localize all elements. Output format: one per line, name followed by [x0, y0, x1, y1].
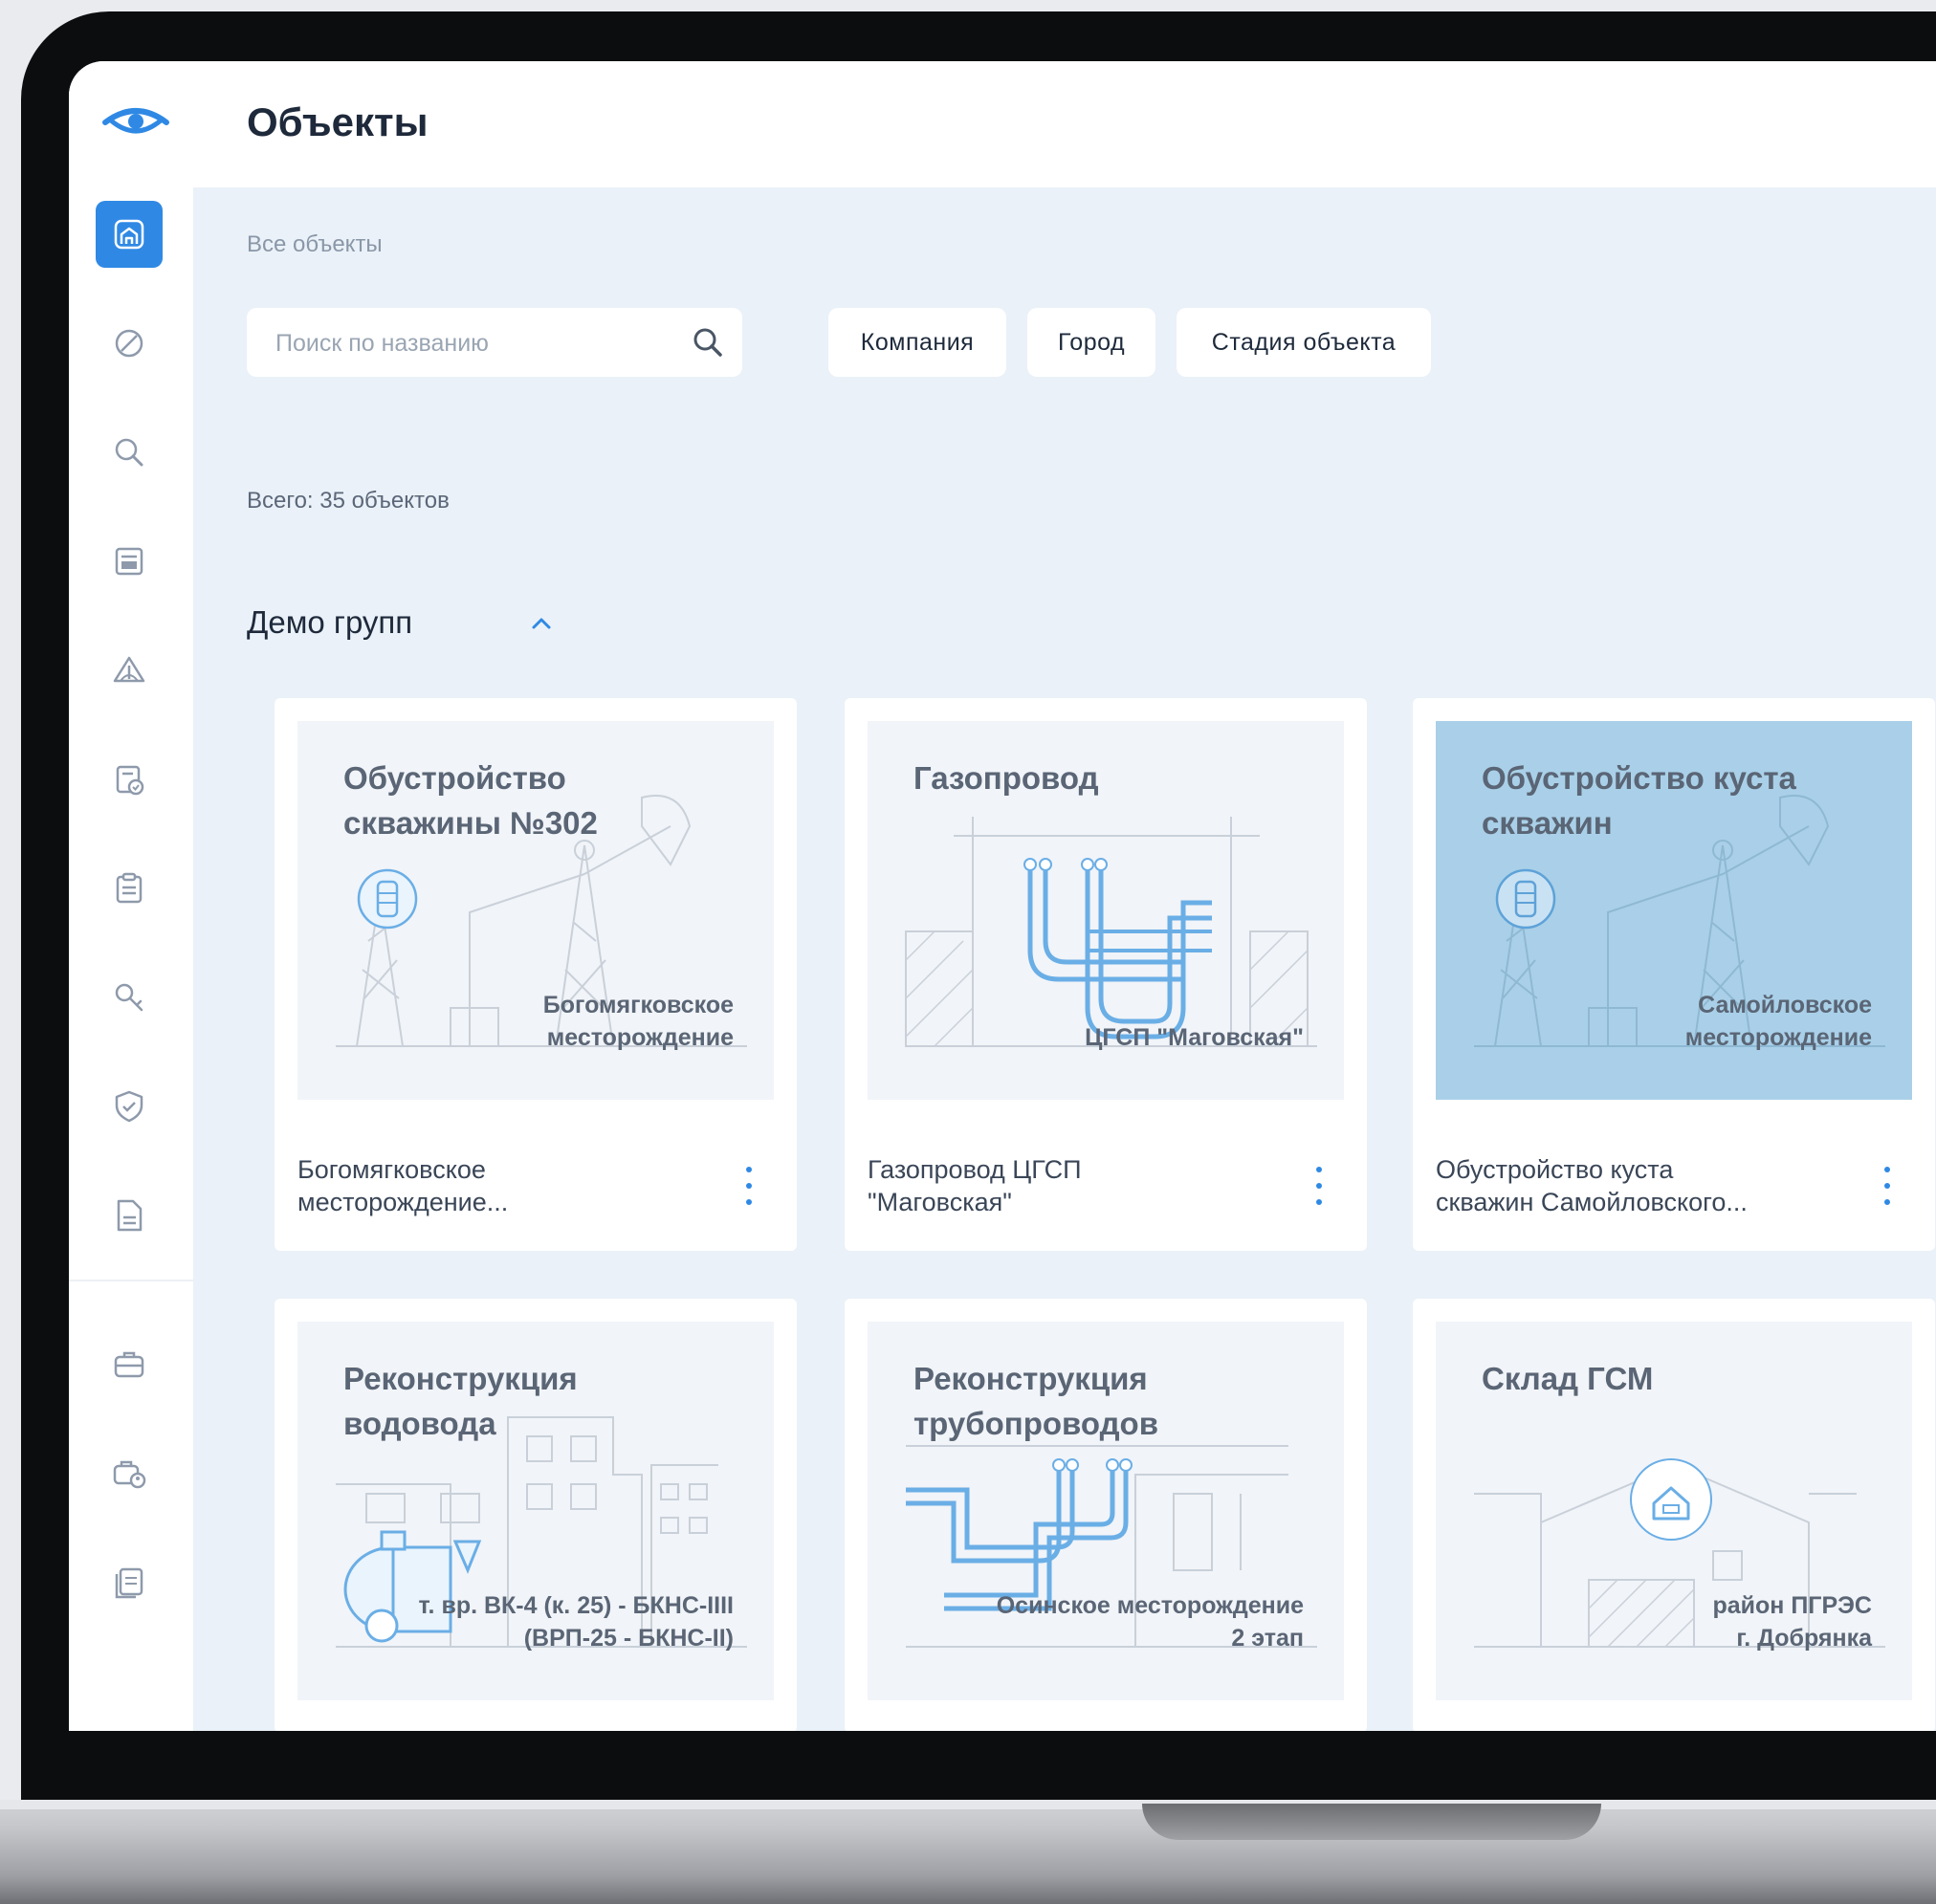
sidebar-item-clipboard[interactable]	[96, 855, 163, 922]
sidebar-item-file[interactable]	[96, 1182, 163, 1249]
card-thumbnail: Газопровод ЦГСП "Маговская"	[868, 721, 1344, 1100]
file-icon	[117, 1199, 143, 1232]
thumb-title: Склад ГСМ	[1482, 1361, 1654, 1396]
clipboard-icon	[116, 872, 143, 904]
object-card[interactable]: Обустройство куста скважин Самойловское м…	[1413, 698, 1935, 1251]
briefcase-user-icon	[113, 1460, 146, 1489]
thumb-title: Реконструкция водовода	[343, 1361, 578, 1441]
search-icon	[115, 438, 143, 467]
briefcase-icon	[114, 1351, 144, 1378]
card-thumbnail: Реконструкция водовода т. вр. ВК-4 (к. 25…	[297, 1322, 774, 1700]
laptop-base-edge	[0, 1800, 1936, 1809]
shield-check-icon	[115, 1090, 143, 1123]
search-icon[interactable]	[691, 325, 725, 360]
card-name: Обустройство куста скважин Самойловского…	[1436, 1155, 1748, 1216]
sidebar-item-shield-check[interactable]	[96, 1073, 163, 1140]
group-title[interactable]: Демо групп	[247, 604, 412, 641]
clipboard-check-icon	[116, 765, 144, 796]
card-thumbnail: Реконструкция трубопроводов Осинское мест…	[868, 1322, 1344, 1700]
thumb-caption: район ПГРЭС г. Добрянка	[1712, 1592, 1872, 1652]
prohibited-icon	[115, 329, 143, 358]
filter-stage-button[interactable]: Стадия объекта	[1177, 308, 1431, 377]
thumb-caption: ЦГСП "Маговская"	[1085, 1024, 1304, 1051]
card-name: Богомягковское месторождение...	[297, 1155, 509, 1216]
sidebar-item-files[interactable]	[96, 1549, 163, 1616]
sidebar-item-key[interactable]	[96, 964, 163, 1031]
sidebar-item-search[interactable]	[96, 419, 163, 486]
kebab-menu-icon[interactable]	[743, 1167, 755, 1205]
thumb-caption: Осинское месторождение 2 этап	[996, 1592, 1304, 1652]
eye-logo-icon	[102, 108, 169, 134]
object-card[interactable]: Реконструкция трубопроводов Осинское мест…	[845, 1299, 1367, 1731]
top-bar: Объекты	[69, 61, 1936, 187]
sidebar-item-document-list[interactable]	[96, 528, 163, 595]
files-icon	[115, 1567, 143, 1599]
main-content: Все объекты Компания Город Стадия объект…	[193, 187, 1936, 1731]
card-thumbnail: Склад ГСМ район ПГРЭС г. Добрянка	[1436, 1322, 1912, 1700]
page-title: Объекты	[247, 99, 429, 144]
search-box	[247, 308, 742, 379]
sidebar-item-warning[interactable]	[96, 637, 163, 704]
thumb-caption: т. вр. ВК-4 (к. 25) - БКНС-IIII (ВРП-25 …	[418, 1592, 734, 1652]
sidebar-divider	[69, 1280, 193, 1281]
thumb-title: Обустройство куста скважин	[1482, 760, 1796, 841]
filter-city-button[interactable]: Город	[1027, 308, 1155, 377]
chevron-up-icon[interactable]	[526, 608, 557, 639]
object-card[interactable]: Газопровод ЦГСП "Маговская" Газопровод ЦГС…	[845, 698, 1367, 1251]
total-count: Всего: 35 объектов	[247, 488, 450, 514]
thumb-title: Реконструкция трубопроводов	[913, 1361, 1158, 1441]
laptop-base	[0, 1800, 1936, 1904]
breadcrumb[interactable]: Все объекты	[247, 231, 383, 258]
kebab-menu-icon[interactable]	[1313, 1167, 1325, 1205]
sidebar-item-prohibited[interactable]	[96, 310, 163, 377]
laptop-notch	[1142, 1804, 1601, 1840]
card-name: Газопровод ЦГСП "Маговская"	[868, 1155, 1082, 1216]
thumb-title: Газопровод	[913, 760, 1099, 796]
sidebar-item-briefcase-user[interactable]	[96, 1440, 163, 1507]
kebab-menu-icon[interactable]	[1881, 1167, 1893, 1205]
card-thumbnail: Обустройство скважины №302 Богомягковское…	[297, 721, 774, 1100]
search-input[interactable]	[274, 308, 679, 379]
key-icon	[115, 983, 143, 1012]
sidebar-item-briefcase[interactable]	[96, 1331, 163, 1398]
sidebar-item-objects-home[interactable]	[96, 201, 163, 268]
object-card[interactable]: Реконструкция водовода т. вр. ВК-4 (к. 25…	[275, 1299, 797, 1731]
thumb-caption: Самойловское месторождение	[1684, 992, 1872, 1051]
document-list-icon	[115, 547, 143, 576]
objects-home-icon	[114, 219, 144, 250]
app-window: Объекты Все объекты Компания Город Стади…	[69, 61, 1936, 1731]
thumb-title: Обустройство скважины №302	[343, 760, 598, 841]
object-card[interactable]: Склад ГСМ район ПГРЭС г. Добрянка	[1413, 1299, 1935, 1731]
thumb-caption: Богомягковское месторождение	[542, 992, 734, 1051]
sidebar	[69, 187, 193, 1731]
object-card[interactable]: Обустройство скважины №302 Богомягковское…	[275, 698, 797, 1251]
sidebar-item-clipboard-check[interactable]	[96, 746, 163, 813]
warning-icon	[113, 656, 145, 683]
card-thumbnail: Обустройство куста скважин Самойловское м…	[1436, 721, 1912, 1100]
filter-company-button[interactable]: Компания	[828, 308, 1006, 377]
